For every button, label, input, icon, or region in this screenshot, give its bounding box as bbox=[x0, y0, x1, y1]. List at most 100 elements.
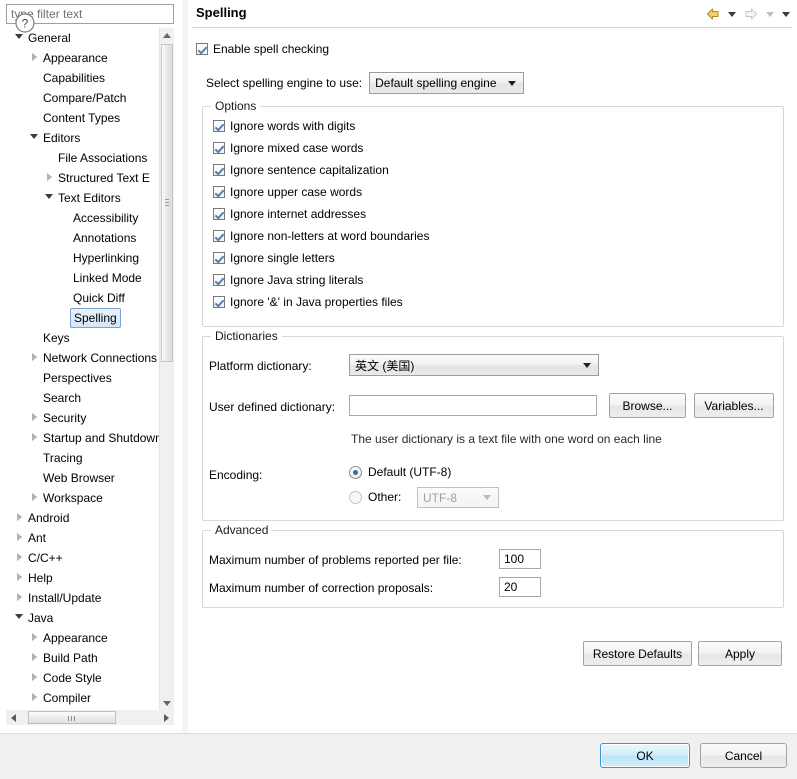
collapse-twisty-icon[interactable] bbox=[27, 128, 41, 148]
option-row-3[interactable]: Ignore upper case words bbox=[213, 184, 362, 200]
option-row-5[interactable]: Ignore non-letters at word boundaries bbox=[213, 228, 429, 244]
tree-item-accessibility[interactable]: Accessibility bbox=[6, 208, 160, 228]
back-history-dropdown-icon[interactable] bbox=[725, 4, 739, 24]
option-checkbox[interactable] bbox=[213, 274, 225, 286]
expand-twisty-icon[interactable] bbox=[27, 648, 41, 668]
tree-vertical-scrollbar[interactable] bbox=[159, 28, 174, 710]
encoding-other-radio[interactable] bbox=[349, 490, 362, 504]
tree-item-code-style[interactable]: Code Style bbox=[6, 668, 160, 688]
tree-item-quick-diff[interactable]: Quick Diff bbox=[6, 288, 160, 308]
expand-twisty-icon[interactable] bbox=[27, 668, 41, 688]
option-row-1[interactable]: Ignore mixed case words bbox=[213, 140, 363, 156]
tree-item-structured-text-e[interactable]: Structured Text E bbox=[6, 168, 160, 188]
option-checkbox[interactable] bbox=[213, 120, 225, 132]
scroll-down-icon[interactable] bbox=[160, 696, 174, 710]
option-row-8[interactable]: Ignore '&' in Java properties files bbox=[213, 294, 403, 310]
expand-twisty-icon[interactable] bbox=[27, 688, 41, 708]
tree-item-spelling[interactable]: Spelling bbox=[6, 308, 160, 328]
restore-defaults-button[interactable]: Restore Defaults bbox=[583, 641, 692, 666]
collapse-twisty-icon[interactable] bbox=[12, 608, 26, 628]
expand-twisty-icon[interactable] bbox=[27, 348, 41, 368]
tree-item-ant[interactable]: Ant bbox=[6, 528, 160, 548]
tree-item-content-types[interactable]: Content Types bbox=[6, 108, 160, 128]
tree-item-hyperlinking[interactable]: Hyperlinking bbox=[6, 248, 160, 268]
expand-twisty-icon[interactable] bbox=[27, 628, 41, 648]
scroll-right-icon[interactable] bbox=[159, 710, 174, 725]
option-checkbox[interactable] bbox=[213, 296, 225, 308]
ok-button[interactable]: OK bbox=[600, 743, 690, 768]
tree-item-security[interactable]: Security bbox=[6, 408, 160, 428]
cancel-button[interactable]: Cancel bbox=[700, 743, 787, 768]
option-checkbox[interactable] bbox=[213, 230, 225, 242]
tree-horizontal-scroll-thumb[interactable] bbox=[28, 711, 116, 724]
enable-spell-checking-checkbox[interactable] bbox=[196, 43, 208, 55]
collapse-twisty-icon[interactable] bbox=[42, 188, 56, 208]
spelling-engine-select[interactable]: Default spelling engine bbox=[369, 72, 525, 94]
expand-twisty-icon[interactable] bbox=[27, 488, 41, 508]
tree-item-java[interactable]: Java bbox=[6, 608, 160, 628]
forward-arrow-icon[interactable] bbox=[741, 4, 761, 24]
tree-item-web-browser[interactable]: Web Browser bbox=[6, 468, 160, 488]
tree-item-perspectives[interactable]: Perspectives bbox=[6, 368, 160, 388]
tree-item-network-connections[interactable]: Network Connections bbox=[6, 348, 160, 368]
encoding-other-select[interactable]: UTF-8 bbox=[417, 487, 499, 508]
tree-item-c-c[interactable]: C/C++ bbox=[6, 548, 160, 568]
encoding-other-row[interactable]: Other: bbox=[349, 490, 401, 504]
forward-history-dropdown-icon[interactable] bbox=[763, 4, 777, 24]
tree-horizontal-scrollbar[interactable] bbox=[6, 710, 174, 725]
encoding-default-radio[interactable] bbox=[349, 465, 362, 479]
scroll-up-icon[interactable] bbox=[160, 28, 174, 42]
tree-item-file-associations[interactable]: File Associations bbox=[6, 148, 160, 168]
max-problems-input[interactable] bbox=[499, 549, 541, 569]
tree-item-search[interactable]: Search bbox=[6, 388, 160, 408]
tree-item-keys[interactable]: Keys bbox=[6, 328, 160, 348]
option-checkbox[interactable] bbox=[213, 142, 225, 154]
encoding-default-row[interactable]: Default (UTF-8) bbox=[349, 465, 451, 479]
expand-twisty-icon[interactable] bbox=[12, 548, 26, 568]
expand-twisty-icon[interactable] bbox=[42, 168, 56, 188]
apply-button[interactable]: Apply bbox=[698, 641, 782, 666]
expand-twisty-icon[interactable] bbox=[12, 568, 26, 588]
tree-item-android[interactable]: Android bbox=[6, 508, 160, 528]
tree-item-help[interactable]: Help bbox=[6, 568, 160, 588]
variables-button[interactable]: Variables... bbox=[694, 393, 774, 418]
expand-twisty-icon[interactable] bbox=[27, 48, 41, 68]
expand-twisty-icon[interactable] bbox=[27, 408, 41, 428]
user-dictionary-input[interactable] bbox=[349, 395, 597, 416]
tree-item-compiler[interactable]: Compiler bbox=[6, 688, 160, 708]
tree-item-annotations[interactable]: Annotations bbox=[6, 228, 160, 248]
option-row-6[interactable]: Ignore single letters bbox=[213, 250, 335, 266]
tree-item-workspace[interactable]: Workspace bbox=[6, 488, 160, 508]
option-checkbox[interactable] bbox=[213, 208, 225, 220]
back-arrow-icon[interactable] bbox=[703, 4, 723, 24]
tree-item-appearance[interactable]: Appearance bbox=[6, 48, 160, 68]
tree-item-capabilities[interactable]: Capabilities bbox=[6, 68, 160, 88]
expand-twisty-icon[interactable] bbox=[12, 508, 26, 528]
option-row-0[interactable]: Ignore words with digits bbox=[213, 118, 355, 134]
preferences-tree[interactable]: General Appearance Capabilities Compare/Pat… bbox=[6, 28, 174, 710]
expand-twisty-icon[interactable] bbox=[27, 428, 41, 448]
view-menu-icon[interactable] bbox=[779, 4, 793, 24]
expand-twisty-icon[interactable] bbox=[12, 528, 26, 548]
option-row-2[interactable]: Ignore sentence capitalization bbox=[213, 162, 389, 178]
tree-item-build-path[interactable]: Build Path bbox=[6, 648, 160, 668]
tree-item-linked-mode[interactable]: Linked Mode bbox=[6, 268, 160, 288]
tree-item-appearance[interactable]: Appearance bbox=[6, 628, 160, 648]
tree-item-install-update[interactable]: Install/Update bbox=[6, 588, 160, 608]
option-checkbox[interactable] bbox=[213, 164, 225, 176]
option-checkbox[interactable] bbox=[213, 252, 225, 264]
help-question-icon[interactable]: ? bbox=[14, 12, 36, 34]
max-proposals-input[interactable] bbox=[499, 577, 541, 597]
option-checkbox[interactable] bbox=[213, 186, 225, 198]
expand-twisty-icon[interactable] bbox=[12, 588, 26, 608]
browse-button[interactable]: Browse... bbox=[609, 393, 686, 418]
scroll-left-icon[interactable] bbox=[6, 710, 21, 725]
tree-item-text-editors[interactable]: Text Editors bbox=[6, 188, 160, 208]
tree-item-startup-and-shutdown[interactable]: Startup and Shutdown bbox=[6, 428, 160, 448]
tree-item-editors[interactable]: Editors bbox=[6, 128, 160, 148]
enable-spell-checking-row[interactable]: Enable spell checking bbox=[196, 42, 329, 56]
platform-dictionary-select[interactable]: 英文 (美国) bbox=[349, 354, 599, 376]
option-row-7[interactable]: Ignore Java string literals bbox=[213, 272, 363, 288]
tree-item-compare-patch[interactable]: Compare/Patch bbox=[6, 88, 160, 108]
option-row-4[interactable]: Ignore internet addresses bbox=[213, 206, 366, 222]
